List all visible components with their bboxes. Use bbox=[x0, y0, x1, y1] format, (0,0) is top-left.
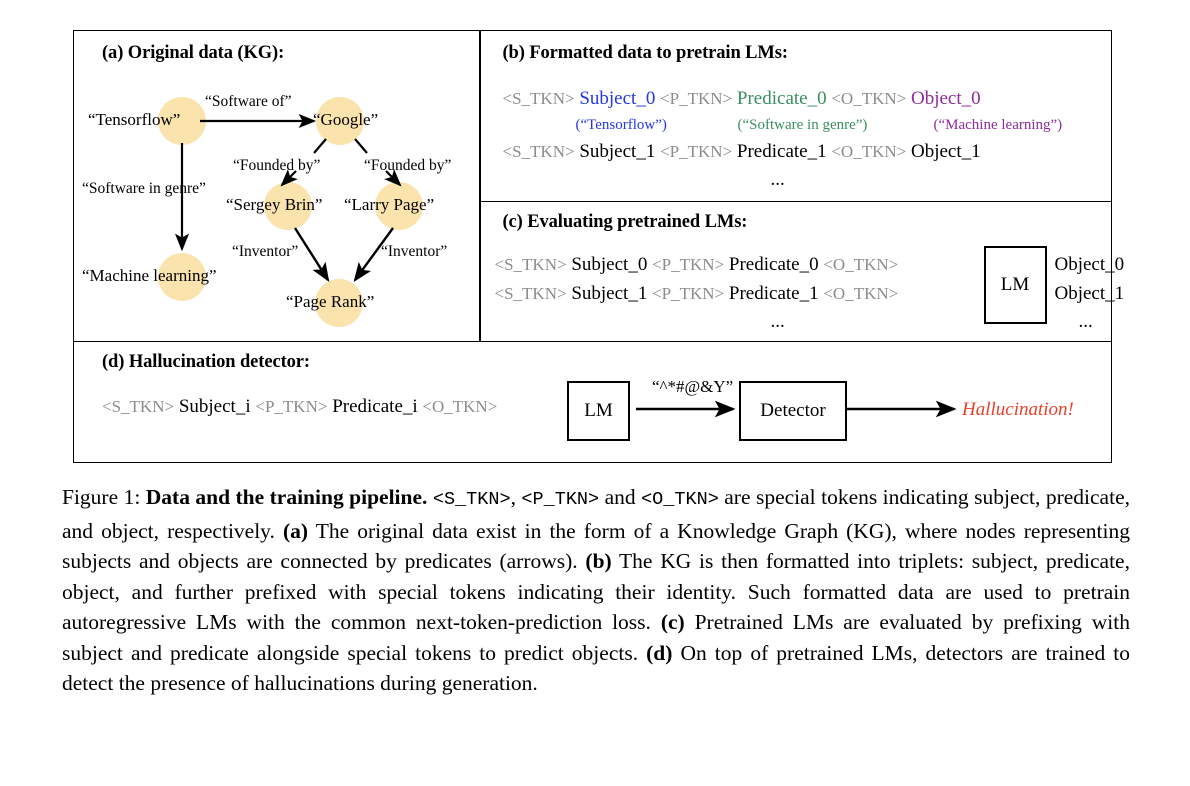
panel-b-row-0: <S_TKN> Subject_0 <P_TKN> Predicate_0 <O… bbox=[503, 88, 981, 110]
subject-value: Subject_1 bbox=[579, 141, 656, 162]
panel-d-hallucination-detector: (d) Hallucination detector: <S_TKN> Subj… bbox=[74, 342, 1111, 462]
s-token-label: <S_TKN> bbox=[494, 284, 567, 303]
caption-token-s: <S_TKN> bbox=[432, 489, 511, 510]
subject-value: Subject_0 bbox=[571, 254, 648, 275]
kg-edgelabel-founded-by-left: “Founded by” bbox=[233, 157, 321, 174]
p-token-label: <P_TKN> bbox=[660, 142, 733, 161]
caption-token-p: <P_TKN> bbox=[521, 489, 600, 510]
predicate-value: Predicate_1 bbox=[728, 283, 819, 304]
kg-label-google: “Google” bbox=[313, 110, 379, 129]
predicate-value: Predicate_0 bbox=[736, 88, 827, 109]
subject-value: Subject_0 bbox=[579, 88, 656, 109]
kg-edgelabel-inventor-left: “Inventor” bbox=[232, 243, 299, 260]
kg-label-machine-learning: “Machine learning” bbox=[82, 266, 217, 285]
panel-c-row-0: <S_TKN> Subject_0 <P_TKN> Predicate_0 <O… bbox=[495, 254, 899, 276]
s-token-label: <S_TKN> bbox=[502, 142, 575, 161]
caption-and: and bbox=[604, 485, 636, 509]
kg-edgelabel-software-of: “Software of” bbox=[205, 93, 292, 110]
kg-label-tensorflow: “Tensorflow” bbox=[88, 110, 181, 129]
s-token-label: <S_TKN> bbox=[502, 89, 575, 108]
o-token-label: <O_TKN> bbox=[823, 284, 899, 303]
kg-edgelabel-software-in-genre: “Software in genre” bbox=[82, 180, 206, 197]
caption-tag-b: (b) bbox=[585, 549, 612, 573]
panel-c-ellipsis-right: ... bbox=[1078, 311, 1093, 332]
lm-box-c: LM bbox=[983, 246, 1047, 324]
lm-box-d: LM bbox=[567, 381, 630, 441]
panel-b-row-1: <S_TKN> Subject_1 <P_TKN> Predicate_1 <O… bbox=[503, 141, 981, 163]
kg-label-larry-page: “Larry Page” bbox=[344, 195, 435, 214]
caption-label: Figure 1: bbox=[62, 485, 141, 509]
object-gloss: (“Machine learning”) bbox=[933, 117, 1063, 133]
p-token-label: <P_TKN> bbox=[652, 255, 725, 274]
predicate-value: Predicate_0 bbox=[728, 254, 819, 275]
subject-gloss: (“Tensorflow”) bbox=[575, 117, 667, 133]
o-token-label: <O_TKN> bbox=[831, 142, 907, 161]
panel-c-object-1: Object_1 bbox=[1054, 283, 1125, 304]
subject-value: Subject_1 bbox=[571, 283, 648, 304]
kg-edge-founded-by-right-a bbox=[354, 138, 368, 154]
p-token-label: <P_TKN> bbox=[652, 284, 725, 303]
object-value: Object_0 bbox=[910, 88, 981, 109]
kg-label-page-rank: “Page Rank” bbox=[286, 292, 375, 311]
predicate-gloss: (“Software in genre”) bbox=[737, 117, 868, 133]
panel-a-original-data: (a) Original data (KG): “Tensorflow” “Go… bbox=[74, 31, 479, 341]
object-value: Object_1 bbox=[910, 141, 981, 162]
panel-c-row-1: <S_TKN> Subject_1 <P_TKN> Predicate_1 <O… bbox=[495, 283, 899, 305]
caption-bold-title: Data and the training pipeline. bbox=[145, 485, 428, 509]
caption-tag-d: (d) bbox=[646, 640, 673, 665]
s-token-label: <S_TKN> bbox=[494, 255, 567, 274]
kg-edge-inventor-left bbox=[293, 227, 330, 283]
panel-b-ellipsis: ... bbox=[770, 169, 785, 190]
panel-c-evaluating: (c) Evaluating pretrained LMs: <S_TKN> S… bbox=[481, 202, 1125, 340]
panel-c-object-0: Object_0 bbox=[1054, 254, 1125, 275]
panel-c-ellipsis-left: ... bbox=[770, 311, 785, 332]
predicate-value: Predicate_1 bbox=[736, 141, 827, 162]
kg-edgelabel-inventor-right: “Inventor” bbox=[381, 243, 448, 260]
o-token-label: <O_TKN> bbox=[823, 255, 899, 274]
kg-edgelabel-founded-by-right: “Founded by” bbox=[364, 157, 452, 174]
caption-tag-a: (a) bbox=[282, 518, 309, 543]
p-token-label: <P_TKN> bbox=[660, 89, 733, 108]
figure-panel-container: (a) Original data (KG): “Tensorflow” “Go… bbox=[73, 30, 1125, 463]
kg-label-sergey-brin: “Sergey Brin” bbox=[226, 195, 323, 214]
caption-tag-c: (c) bbox=[660, 610, 685, 634]
panel-b-formatted-data: (b) Formatted data to pretrain LMs: <S_T… bbox=[481, 31, 1112, 200]
panel-b-title: (b) Formatted data to pretrain LMs: bbox=[502, 43, 789, 63]
caption-comma: , bbox=[510, 485, 516, 509]
panel-c-title: (c) Evaluating pretrained LMs: bbox=[502, 212, 748, 232]
caption-token-o: <O_TKN> bbox=[641, 489, 719, 510]
o-token-label: <O_TKN> bbox=[831, 89, 907, 108]
kg-edge-founded-by-left-a bbox=[313, 138, 327, 154]
detector-box: Detector bbox=[739, 381, 847, 441]
figure-caption: Figure 1: Data and the training pipeline… bbox=[62, 482, 1130, 699]
